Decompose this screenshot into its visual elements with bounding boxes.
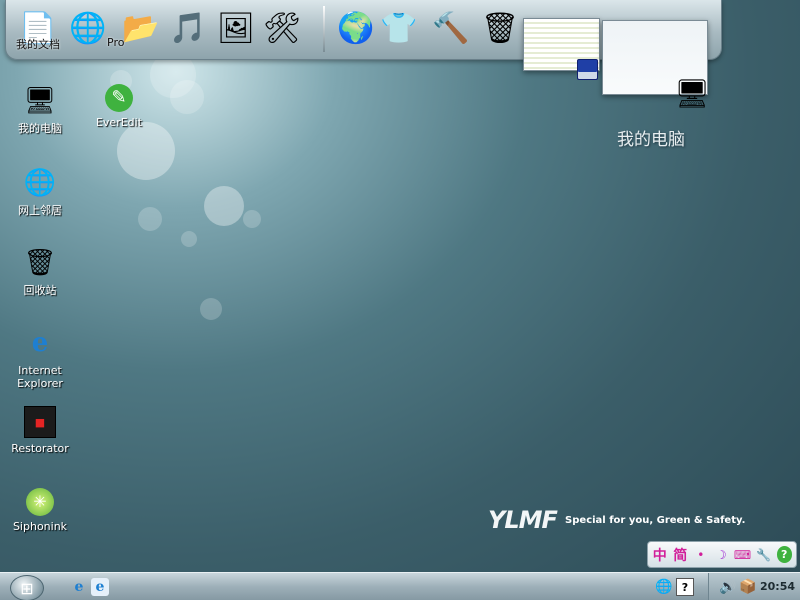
- desktop-icon-siphonink[interactable]: ✳ Siphonink: [0, 488, 80, 533]
- bokeh-light: [117, 122, 175, 180]
- help-tray-icon[interactable]: ?: [676, 578, 694, 596]
- program-files-icon[interactable]: 🌐: [66, 6, 110, 52]
- tools-icon[interactable]: 🛠: [260, 6, 304, 52]
- wrench-icon[interactable]: 🔧: [756, 546, 772, 563]
- tshirt-icon[interactable]: 👕: [377, 6, 421, 52]
- desktop-icon-label: Siphonink: [12, 520, 68, 533]
- ylmf-logo: YLMF: [488, 506, 558, 534]
- desktop-icon-label: Restorator: [11, 442, 69, 455]
- windows-logo-icon: ⊞: [20, 578, 34, 598]
- desktop-icon-label: 我的电脑: [18, 122, 62, 135]
- recycle-bin-icon: 🗑: [23, 248, 57, 278]
- start-button[interactable]: ⊞: [10, 575, 44, 600]
- desktop-icon-label: EverEdit: [95, 116, 143, 129]
- floppy-disk-icon: [577, 59, 598, 80]
- desktop-icon-restorator[interactable]: ■ Restorator: [0, 406, 80, 455]
- desktop-icon-my-computer[interactable]: 🖥 我的电脑: [0, 84, 80, 135]
- bokeh-light: [181, 231, 197, 247]
- network-tray-icon[interactable]: 🌐: [655, 578, 673, 596]
- hammer-icon[interactable]: 🔨: [429, 6, 473, 52]
- internet-explorer-icon: e: [31, 328, 49, 358]
- ylmf-tagline: Special for you, Green & Safety.: [565, 514, 746, 526]
- dock-label-documents: 我的文档: [16, 38, 60, 51]
- desktop-icon-label: Internet Explorer: [17, 364, 63, 390]
- ime-simplified-toggle[interactable]: 简: [673, 546, 689, 564]
- moon-icon[interactable]: ☽: [714, 546, 730, 563]
- help-icon[interactable]: ?: [776, 546, 792, 563]
- folder-icon[interactable]: 📂: [119, 6, 163, 52]
- my-computer-large-label: 我的电脑: [617, 130, 685, 150]
- volume-icon[interactable]: 🔊: [719, 578, 737, 596]
- my-computer-large-icon[interactable]: 🖥: [674, 78, 710, 110]
- bokeh-light: [200, 298, 222, 320]
- bokeh-light: [170, 80, 204, 114]
- ie-shortcut-icon[interactable]: e: [91, 578, 109, 596]
- desktop-icon-label: 网上邻居: [18, 204, 62, 217]
- bokeh-light: [138, 207, 162, 231]
- globe-icon[interactable]: 🌍: [334, 6, 378, 52]
- ime-chinese-toggle[interactable]: 中: [652, 546, 668, 564]
- bokeh-light: [243, 210, 261, 228]
- everedit-icon: ✎: [105, 84, 133, 112]
- taskbar: ⊞ e e 🌐 ? 🔊 📦 20:54: [0, 572, 800, 600]
- bokeh-light: [204, 186, 244, 226]
- internet-explorer-icon[interactable]: e: [70, 578, 88, 596]
- full-width-icon[interactable]: •: [693, 546, 709, 563]
- box-icon[interactable]: 📦: [739, 578, 757, 596]
- ylmf-branding: YLMF Special for you, Green & Safety.: [488, 506, 745, 534]
- desktop-icon-recycle-bin[interactable]: 🗑 回收站: [0, 246, 80, 297]
- desktop-icon-label: 回收站: [23, 284, 57, 297]
- picture-folder-icon[interactable]: 🖼: [214, 6, 258, 52]
- desktop-icon-internet-explorer[interactable]: e Internet Explorer: [0, 326, 80, 390]
- siphonink-icon: ✳: [26, 488, 54, 516]
- keyboard-icon[interactable]: ⌨: [734, 546, 751, 563]
- restorator-icon: ■: [24, 406, 56, 438]
- network-icon: 🌐: [23, 168, 57, 198]
- my-computer-icon: 🖥: [23, 86, 57, 116]
- ime-toolbar: 中 简 • ☽ ⌨ 🔧 ?: [647, 541, 797, 568]
- recycle-bin-icon[interactable]: 🗑: [478, 6, 522, 52]
- dock-separator: [323, 6, 325, 52]
- desktop-icon-everedit[interactable]: ✎ EverEdit: [79, 84, 159, 129]
- clock[interactable]: 20:54: [760, 580, 795, 593]
- music-folder-icon[interactable]: 🎵: [166, 6, 210, 52]
- desktop-icon-network[interactable]: 🌐 网上邻居: [0, 166, 80, 217]
